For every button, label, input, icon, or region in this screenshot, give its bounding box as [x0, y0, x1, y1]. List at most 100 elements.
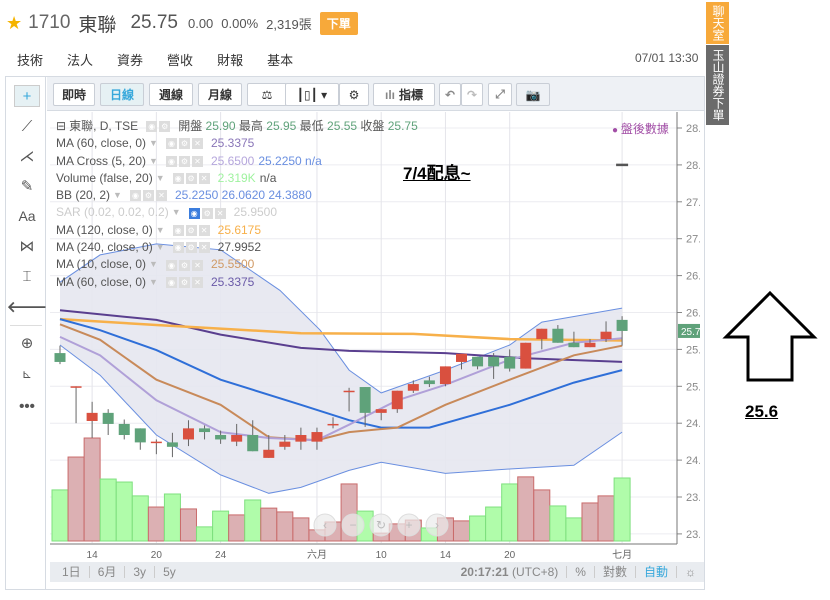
indicator-buttons[interactable]: ◉ ⚙ ✕	[165, 276, 205, 288]
nav-glyph: ‹	[323, 518, 327, 532]
indicator-value: 27.9952	[217, 240, 262, 255]
dropdown-icon[interactable]: ▼	[149, 274, 158, 291]
more-icon[interactable]: •••	[14, 395, 40, 417]
chat-room-tab[interactable]: 聊天室	[706, 2, 729, 44]
indicator-buttons[interactable]: ◉ ⚙ ✕	[188, 207, 228, 219]
candle-body	[231, 435, 243, 442]
monthly-button[interactable]: 月線	[198, 83, 242, 106]
dropdown-icon[interactable]: ▼	[172, 204, 181, 221]
tab-revenue[interactable]: 營收	[155, 45, 205, 79]
trade-volume: 2,319張	[266, 16, 312, 32]
brush-icon[interactable]: ✎	[14, 175, 40, 197]
indicator-buttons[interactable]: ◉ ⚙ ✕	[172, 242, 212, 254]
volume-bar	[163, 493, 181, 542]
y-tick-label: 24.50	[686, 418, 700, 430]
dropdown-icon[interactable]: ▼	[156, 170, 165, 187]
indicators-label: 指標	[399, 88, 424, 102]
indicator-buttons[interactable]: ◉ ⚙ ✕	[129, 190, 169, 202]
pitchfork-icon[interactable]: ⋌	[14, 145, 40, 167]
close-value: 25.75	[387, 119, 418, 133]
dropdown-icon[interactable]: ▼	[113, 187, 122, 204]
compare-scale-icon[interactable]: ⚖	[247, 83, 287, 106]
dividend-annotation: 7/4配息~	[403, 164, 471, 183]
measure-icon[interactable]: ⌶	[14, 265, 40, 287]
collapse-icon[interactable]: ⊟	[56, 118, 66, 135]
candle-body	[311, 432, 323, 442]
weekly-button[interactable]: 週線	[149, 83, 193, 106]
range-1d[interactable]: 1日	[50, 566, 90, 578]
indicator-buttons[interactable]: ◉ ⚙ ✕	[165, 138, 205, 150]
y-tick-label: 28.50	[686, 123, 700, 135]
x-tick-label: 14	[440, 550, 452, 561]
log-toggle[interactable]: 對數	[595, 566, 636, 578]
quote-datetime: 07/01 13:30	[635, 51, 699, 65]
favorite-star-icon[interactable]: ★	[6, 13, 22, 34]
order-button[interactable]: 下單	[319, 11, 358, 35]
range-5y[interactable]: 5y	[155, 566, 184, 578]
divider	[10, 325, 42, 326]
range-3y[interactable]: 3y	[125, 566, 156, 578]
after-hours-data[interactable]: ● 盤後數據	[612, 120, 669, 137]
candle-body	[118, 423, 130, 436]
candle-body	[375, 409, 387, 413]
arrow-left-icon[interactable]: 🡐	[7, 295, 47, 317]
y-tick-label: 23.00	[686, 529, 700, 541]
dropdown-icon[interactable]: ▼	[149, 256, 158, 273]
indicator-buttons[interactable]: ◉ ⚙ ✕	[172, 224, 212, 236]
dropdown-icon[interactable]: ▼	[156, 239, 165, 256]
tab-technical[interactable]: 技術	[5, 45, 56, 79]
candle-body	[263, 449, 275, 458]
legend-row: MA (60, close, 0) ▼ ◉ ⚙ ✕ 25.3375	[56, 135, 418, 152]
broker-order-tab[interactable]: 玉山證券下單	[706, 45, 729, 125]
indicators-button[interactable]: ılı 指標	[373, 83, 435, 106]
indicator-value: 25.2250 26.0620 24.3880	[174, 188, 312, 203]
tab-margin[interactable]: 資券	[105, 45, 155, 79]
fullscreen-icon[interactable]: ⤢	[488, 83, 512, 106]
dot-icon: ●	[612, 125, 621, 136]
percent-toggle[interactable]: %	[567, 566, 595, 578]
y-tick-label: 25.50	[686, 344, 700, 356]
volume-bar	[485, 506, 503, 542]
trendline-icon[interactable]: ⟋	[14, 115, 40, 137]
redo-icon[interactable]: ↷	[461, 83, 483, 106]
chart-type-candle-icon[interactable]: ┃▯┃ ▾	[285, 83, 339, 106]
tab-basic[interactable]: 基本	[255, 45, 305, 79]
volume-bar	[533, 489, 551, 542]
candle-body	[134, 428, 146, 443]
range-6m[interactable]: 6月	[90, 566, 126, 578]
settings-icon[interactable]: ☼	[677, 566, 704, 578]
tab-institutional[interactable]: 法人	[55, 45, 105, 79]
indicator-name: BB (20, 2)	[56, 188, 111, 203]
ruler-icon[interactable]: ⊾	[14, 363, 40, 385]
stock-code: 1710	[28, 12, 71, 33]
indicator-buttons[interactable]: ◉ ⚙ ✕	[165, 259, 205, 271]
undo-icon[interactable]: ↶	[439, 83, 461, 106]
indicator-value-2: 25.2250 n/a	[258, 153, 322, 168]
clock-tz: (UTC+8)	[511, 565, 559, 579]
dropdown-icon[interactable]: ▼	[156, 222, 165, 239]
indicator-buttons[interactable]: ◉ ⚙ ✕	[172, 173, 212, 185]
intraday-button[interactable]: 即時	[53, 83, 95, 106]
legend-buttons[interactable]: ◉ ⚙	[146, 121, 172, 133]
dropdown-icon[interactable]: ▼	[149, 135, 158, 152]
x-tick-label: 七月	[612, 549, 632, 561]
dropdown-icon[interactable]: ▼	[149, 153, 158, 170]
auto-toggle[interactable]: 自動	[636, 566, 677, 578]
open-label: 開盤	[178, 119, 203, 133]
y-tick-label: 26.00	[686, 308, 700, 320]
volume-bar	[179, 508, 197, 542]
text-tool-icon[interactable]: Aa	[14, 205, 40, 227]
legend-row: MA (240, close, 0) ▼ ◉ ⚙ ✕ 27.9952	[56, 239, 418, 256]
price-change: 0.00	[187, 15, 214, 31]
legend-row: MA (120, close, 0) ▼ ◉ ⚙ ✕ 25.6175	[56, 222, 418, 239]
pattern-icon[interactable]: ⋈	[14, 235, 40, 257]
crosshair-icon[interactable]: +	[14, 85, 40, 107]
snapshot-camera-icon[interactable]: 📷	[516, 83, 550, 106]
indicator-buttons[interactable]: ◉ ⚙ ✕	[165, 155, 205, 167]
settings-gear-icon[interactable]: ⚙	[339, 83, 369, 106]
candle-body	[536, 328, 548, 340]
tab-financials[interactable]: 財報	[205, 45, 255, 79]
zoom-in-icon[interactable]: ⊕	[14, 332, 40, 354]
daily-button[interactable]: 日線	[100, 83, 144, 106]
nav-glyph: ›	[435, 518, 439, 532]
